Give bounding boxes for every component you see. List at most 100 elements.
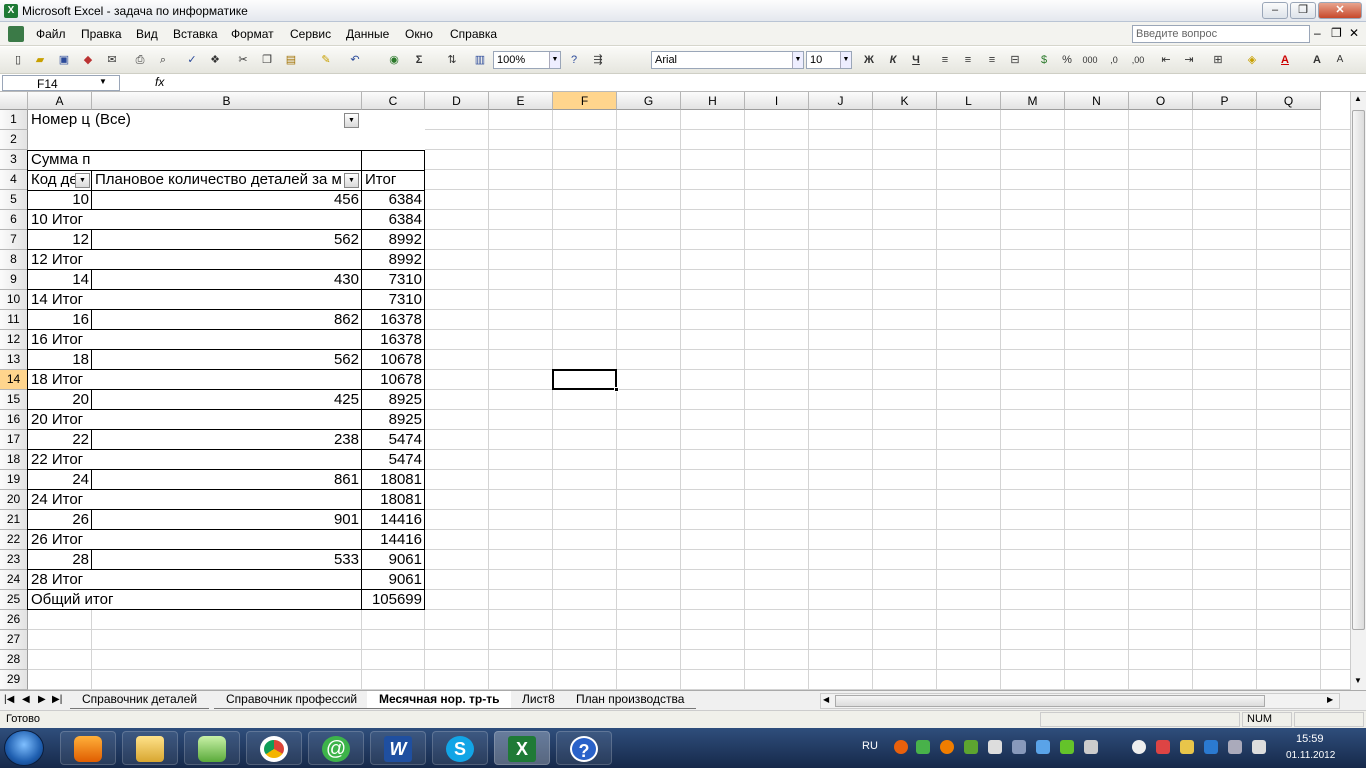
fill-color-icon[interactable]: ◈ <box>1244 52 1260 68</box>
pivot-page-field-value[interactable]: (Все) <box>92 110 342 130</box>
pivot-total-value[interactable]: 6384 <box>362 190 425 210</box>
row-header[interactable]: 12 <box>0 330 28 350</box>
pivot-row-label[interactable]: 14 <box>28 270 92 290</box>
tray-app-icon[interactable] <box>1036 740 1050 754</box>
volume-icon[interactable] <box>1084 740 1098 754</box>
column-header-l[interactable]: L <box>937 92 1001 110</box>
row-header[interactable]: 11 <box>0 310 28 330</box>
column-header-k[interactable]: K <box>873 92 937 110</box>
taskbar-media-player[interactable] <box>60 731 116 765</box>
pivot-total-value[interactable]: 5474 <box>362 450 425 470</box>
column-header-h[interactable]: H <box>681 92 745 110</box>
undo-icon[interactable]: ↶ <box>347 52 363 68</box>
pivot-row-label[interactable]: 16 <box>28 310 92 330</box>
row-header[interactable]: 1 <box>0 110 28 130</box>
chevron-down-icon[interactable]: ▼ <box>99 77 107 86</box>
cut-icon[interactable]: ✂ <box>235 52 251 68</box>
menu-window[interactable]: Окно <box>405 27 433 41</box>
email-icon[interactable]: ✉ <box>104 52 120 68</box>
next-sheet-icon[interactable]: ▶ <box>38 694 46 705</box>
spelling-icon[interactable]: ✓ <box>184 52 200 68</box>
row-header[interactable]: 9 <box>0 270 28 290</box>
restore-button[interactable]: ❐ <box>1290 2 1316 19</box>
row-header[interactable]: 4 <box>0 170 28 190</box>
pivot-planned-value[interactable]: 533 <box>92 550 362 570</box>
doc-restore-icon[interactable]: ❐ <box>1331 26 1342 40</box>
row-header[interactable]: 10 <box>0 290 28 310</box>
column-header-o[interactable]: O <box>1129 92 1193 110</box>
fill-handle[interactable] <box>614 387 619 392</box>
pivot-total-value[interactable]: 6384 <box>362 210 425 230</box>
chevron-down-icon[interactable]: ▼ <box>840 52 851 68</box>
pivot-total-value[interactable]: 16378 <box>362 310 425 330</box>
column-header-e[interactable]: E <box>489 92 553 110</box>
row-header[interactable]: 23 <box>0 550 28 570</box>
column-header-b[interactable]: B <box>92 92 362 110</box>
zoom-select[interactable]: 100% ▼ <box>493 51 561 69</box>
row-header[interactable]: 27 <box>0 630 28 650</box>
pivot-page-field-label[interactable]: Номер ц <box>28 110 92 130</box>
pivot-planned-value[interactable]: 430 <box>92 270 362 290</box>
workbook-icon[interactable] <box>8 26 24 42</box>
pivot-row-label[interactable]: 28 Итог <box>28 570 362 590</box>
menu-help[interactable]: Справка <box>450 27 497 41</box>
new-file-icon[interactable]: ▯ <box>10 52 26 68</box>
decrease-decimal-icon[interactable]: ,00 <box>1130 52 1146 68</box>
pivot-row-label[interactable]: 28 <box>28 550 92 570</box>
tray-app-icon[interactable] <box>1204 740 1218 754</box>
row-header[interactable]: 14 <box>0 370 28 390</box>
row-header[interactable]: 20 <box>0 490 28 510</box>
merge-center-icon[interactable]: ⊟ <box>1007 52 1023 68</box>
tray-app-icon[interactable] <box>940 740 954 754</box>
pivot-row-field-label[interactable]: Код де <box>28 170 76 190</box>
comma-style-icon[interactable]: 000 <box>1082 52 1098 68</box>
pivot-planned-value[interactable]: 425 <box>92 390 362 410</box>
horizontal-scroll-thumb[interactable] <box>835 695 1265 707</box>
hyperlink-icon[interactable]: ◉ <box>386 52 402 68</box>
pivot-planned-value[interactable]: 562 <box>92 230 362 250</box>
excel-app-icon[interactable]: X <box>4 4 18 18</box>
vertical-scrollbar[interactable]: ▲ ▼ <box>1350 92 1366 690</box>
pivot-row-label[interactable]: 26 Итог <box>28 530 362 550</box>
pivot-planned-value[interactable]: 562 <box>92 350 362 370</box>
pivot-row-label[interactable]: 18 Итог <box>28 370 362 390</box>
chevron-down-icon[interactable]: ▼ <box>792 52 803 68</box>
sheet-tab-professions[interactable]: Справочник профессий <box>214 691 370 709</box>
row-header[interactable]: 8 <box>0 250 28 270</box>
permission-icon[interactable]: ◆ <box>80 52 96 68</box>
row-header[interactable]: 13 <box>0 350 28 370</box>
chart-wizard-icon[interactable]: ▥ <box>472 52 488 68</box>
pivot-row-label[interactable]: 24 <box>28 470 92 490</box>
column-header-p[interactable]: P <box>1193 92 1257 110</box>
pivot-row-label[interactable]: 24 Итог <box>28 490 362 510</box>
pivot-data-field-label[interactable]: Сумма п <box>28 150 92 170</box>
taskbar-chrome[interactable] <box>246 731 302 765</box>
pivot-total-value[interactable]: 14416 <box>362 530 425 550</box>
tray-app-icon[interactable] <box>916 740 930 754</box>
research-icon[interactable]: ❖ <box>207 52 223 68</box>
pivot-row-label[interactable]: 20 <box>28 390 92 410</box>
menu-format[interactable]: Формат <box>231 27 274 41</box>
pivot-planned-value[interactable]: 861 <box>92 470 362 490</box>
row-header[interactable]: 2 <box>0 130 28 150</box>
monitor-icon[interactable] <box>1012 740 1026 754</box>
doc-close-icon[interactable]: ✕ <box>1349 26 1359 40</box>
tray-app-icon[interactable] <box>1252 740 1266 754</box>
taskbar-app[interactable] <box>184 731 240 765</box>
scroll-down-icon[interactable]: ▼ <box>1354 676 1362 685</box>
pivot-planned-value[interactable]: 238 <box>92 430 362 450</box>
pivot-total-value[interactable]: 8925 <box>362 410 425 430</box>
row-header[interactable]: 22 <box>0 530 28 550</box>
filter-dropdown-icon[interactable]: ▼ <box>344 113 359 128</box>
pivot-total-value[interactable]: 9061 <box>362 550 425 570</box>
pivot-row-label[interactable]: 18 <box>28 350 92 370</box>
row-header[interactable]: 6 <box>0 210 28 230</box>
sheet-tab-monthly[interactable]: Месячная нор. тр-ть <box>367 691 512 709</box>
tray-app-icon[interactable] <box>1228 740 1242 754</box>
tray-app-icon[interactable] <box>964 740 978 754</box>
pivot-total-value[interactable]: 5474 <box>362 430 425 450</box>
format-painter-icon[interactable]: ✎ <box>318 52 334 68</box>
increase-decimal-icon[interactable]: ,0 <box>1106 52 1122 68</box>
column-field-dropdown-icon[interactable]: ▼ <box>344 173 359 188</box>
column-header-f[interactable]: F <box>553 92 617 110</box>
